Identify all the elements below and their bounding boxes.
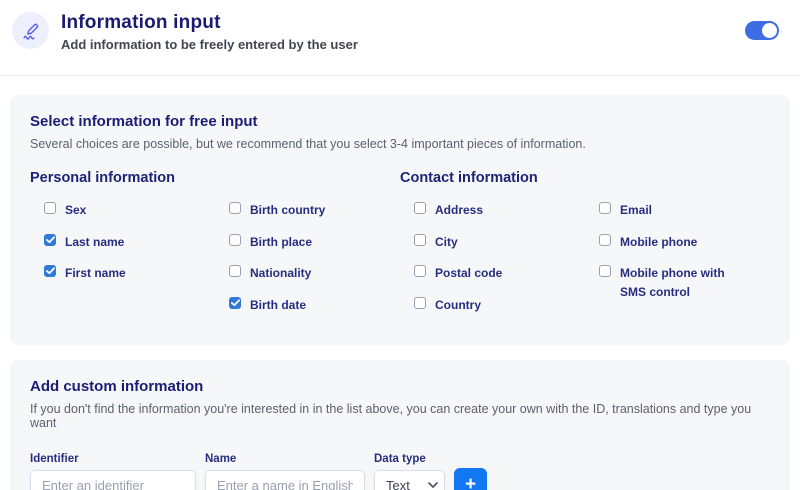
feature-toggle[interactable]: [745, 21, 779, 40]
identifier-field-group: Identifier: [30, 453, 196, 490]
group-title: Personal information: [30, 170, 400, 186]
custom-info-form: Identifier Name Data type Text +: [30, 453, 770, 490]
group-columns: Address City Postal code Country Email Mobile…: [400, 201, 770, 327]
page-subtitle: Add information to be freely entered by …: [61, 37, 358, 52]
toggle-knob: [762, 23, 777, 38]
checkbox-label: Last name: [65, 233, 124, 252]
checkbox-item-postal-code[interactable]: Postal code: [414, 264, 585, 283]
checkbox-item-first-name[interactable]: First name: [44, 264, 215, 283]
checkbox-column: Email Mobile phone Mobile phone with SMS c…: [585, 201, 770, 327]
select-card-description: Several choices are possible, but we rec…: [30, 137, 770, 151]
checkbox-label: Sex: [65, 201, 86, 220]
checkbox-label: Mobile phone: [620, 233, 697, 252]
select-card-title: Select information for free input: [30, 113, 770, 130]
checkbox-label: Country: [435, 296, 481, 315]
checkbox-checked-first-name[interactable]: [44, 265, 56, 277]
checkbox-label: Nationality: [250, 264, 311, 283]
identifier-input[interactable]: [30, 470, 196, 490]
checkbox-checked-birth-date[interactable]: [229, 297, 241, 309]
checkbox-item-address[interactable]: Address: [414, 201, 585, 220]
name-field-group: Name: [205, 453, 365, 490]
custom-card-title: Add custom information: [30, 378, 770, 395]
checkbox-item-last-name[interactable]: Last name: [44, 233, 215, 252]
checkbox-unchecked-country[interactable]: [414, 297, 426, 309]
checkbox-item-mobile-phone-with-sms-control[interactable]: Mobile phone with SMS control: [599, 264, 770, 301]
name-input[interactable]: [205, 470, 365, 490]
data-type-label: Data type: [374, 453, 445, 465]
checkbox-checked-last-name[interactable]: [44, 234, 56, 246]
select-information-card: Select information for free input Severa…: [10, 95, 790, 345]
group-title: Contact information: [400, 170, 770, 186]
group-personal-information: Personal information Sex Last name First n…: [30, 170, 400, 327]
checkbox-unchecked-birth-place[interactable]: [229, 234, 241, 246]
checkbox-unchecked-nationality[interactable]: [229, 265, 241, 277]
checkbox-item-email[interactable]: Email: [599, 201, 770, 220]
checkbox-label: Birth country: [250, 201, 325, 220]
checkbox-item-birth-place[interactable]: Birth place: [229, 233, 400, 252]
checkbox-unchecked-birth-country[interactable]: [229, 202, 241, 214]
add-custom-information-card: Add custom information If you don't find…: [10, 360, 790, 490]
data-type-select[interactable]: Text: [374, 470, 445, 490]
checkbox-label: First name: [65, 264, 126, 283]
signature-pen-icon: [12, 12, 49, 49]
checkbox-unchecked-sex[interactable]: [44, 202, 56, 214]
data-type-field-group: Data type Text: [374, 453, 445, 490]
header-text-block: Information input Add information to be …: [61, 10, 358, 52]
data-type-select-wrap: Text: [374, 470, 445, 490]
checkbox-unchecked-address[interactable]: [414, 202, 426, 214]
checkbox-label: Email: [620, 201, 652, 220]
page-title: Information input: [61, 12, 358, 34]
checkbox-item-city[interactable]: City: [414, 233, 585, 252]
checkbox-label: Birth place: [250, 233, 312, 252]
checkbox-column: Birth country Birth place Nationality Birth…: [215, 201, 400, 327]
checkbox-unchecked-mobile-phone-with-sms-control[interactable]: [599, 265, 611, 277]
checkbox-unchecked-postal-code[interactable]: [414, 265, 426, 277]
checkbox-unchecked-city[interactable]: [414, 234, 426, 246]
checkbox-label: Mobile phone with SMS control: [620, 264, 742, 301]
checkbox-item-country[interactable]: Country: [414, 296, 585, 315]
group-columns: SexLast nameFirst nameBirth countryBirth…: [30, 201, 400, 327]
checkbox-item-birth-country[interactable]: Birth country: [229, 201, 400, 220]
checkbox-unchecked-email[interactable]: [599, 202, 611, 214]
checkbox-column: Address City Postal code Country: [400, 201, 585, 327]
checkbox-unchecked-mobile-phone[interactable]: [599, 234, 611, 246]
custom-card-description: If you don't find the information you're…: [30, 402, 770, 430]
checkbox-label: City: [435, 233, 458, 252]
group-contact-information: Contact information Address City Postal co…: [400, 170, 770, 327]
name-label: Name: [205, 453, 365, 465]
checkbox-item-sex[interactable]: Sex: [44, 201, 215, 220]
checkbox-item-nationality[interactable]: Nationality: [229, 264, 400, 283]
checkbox-column: Sex Last name First name: [30, 201, 215, 327]
checkbox-label: Birth date: [250, 296, 306, 315]
page-header: Information input Add information to be …: [0, 0, 800, 76]
checkbox-label: Postal code: [435, 264, 502, 283]
checkbox-label: Address: [435, 201, 483, 220]
checkbox-groups: Personal information Sex Last name First n…: [30, 170, 770, 327]
identifier-label: Identifier: [30, 453, 196, 465]
add-custom-info-button[interactable]: +: [454, 468, 487, 490]
checkbox-item-birth-date[interactable]: Birth date: [229, 296, 400, 315]
checkbox-item-mobile-phone[interactable]: Mobile phone: [599, 233, 770, 252]
